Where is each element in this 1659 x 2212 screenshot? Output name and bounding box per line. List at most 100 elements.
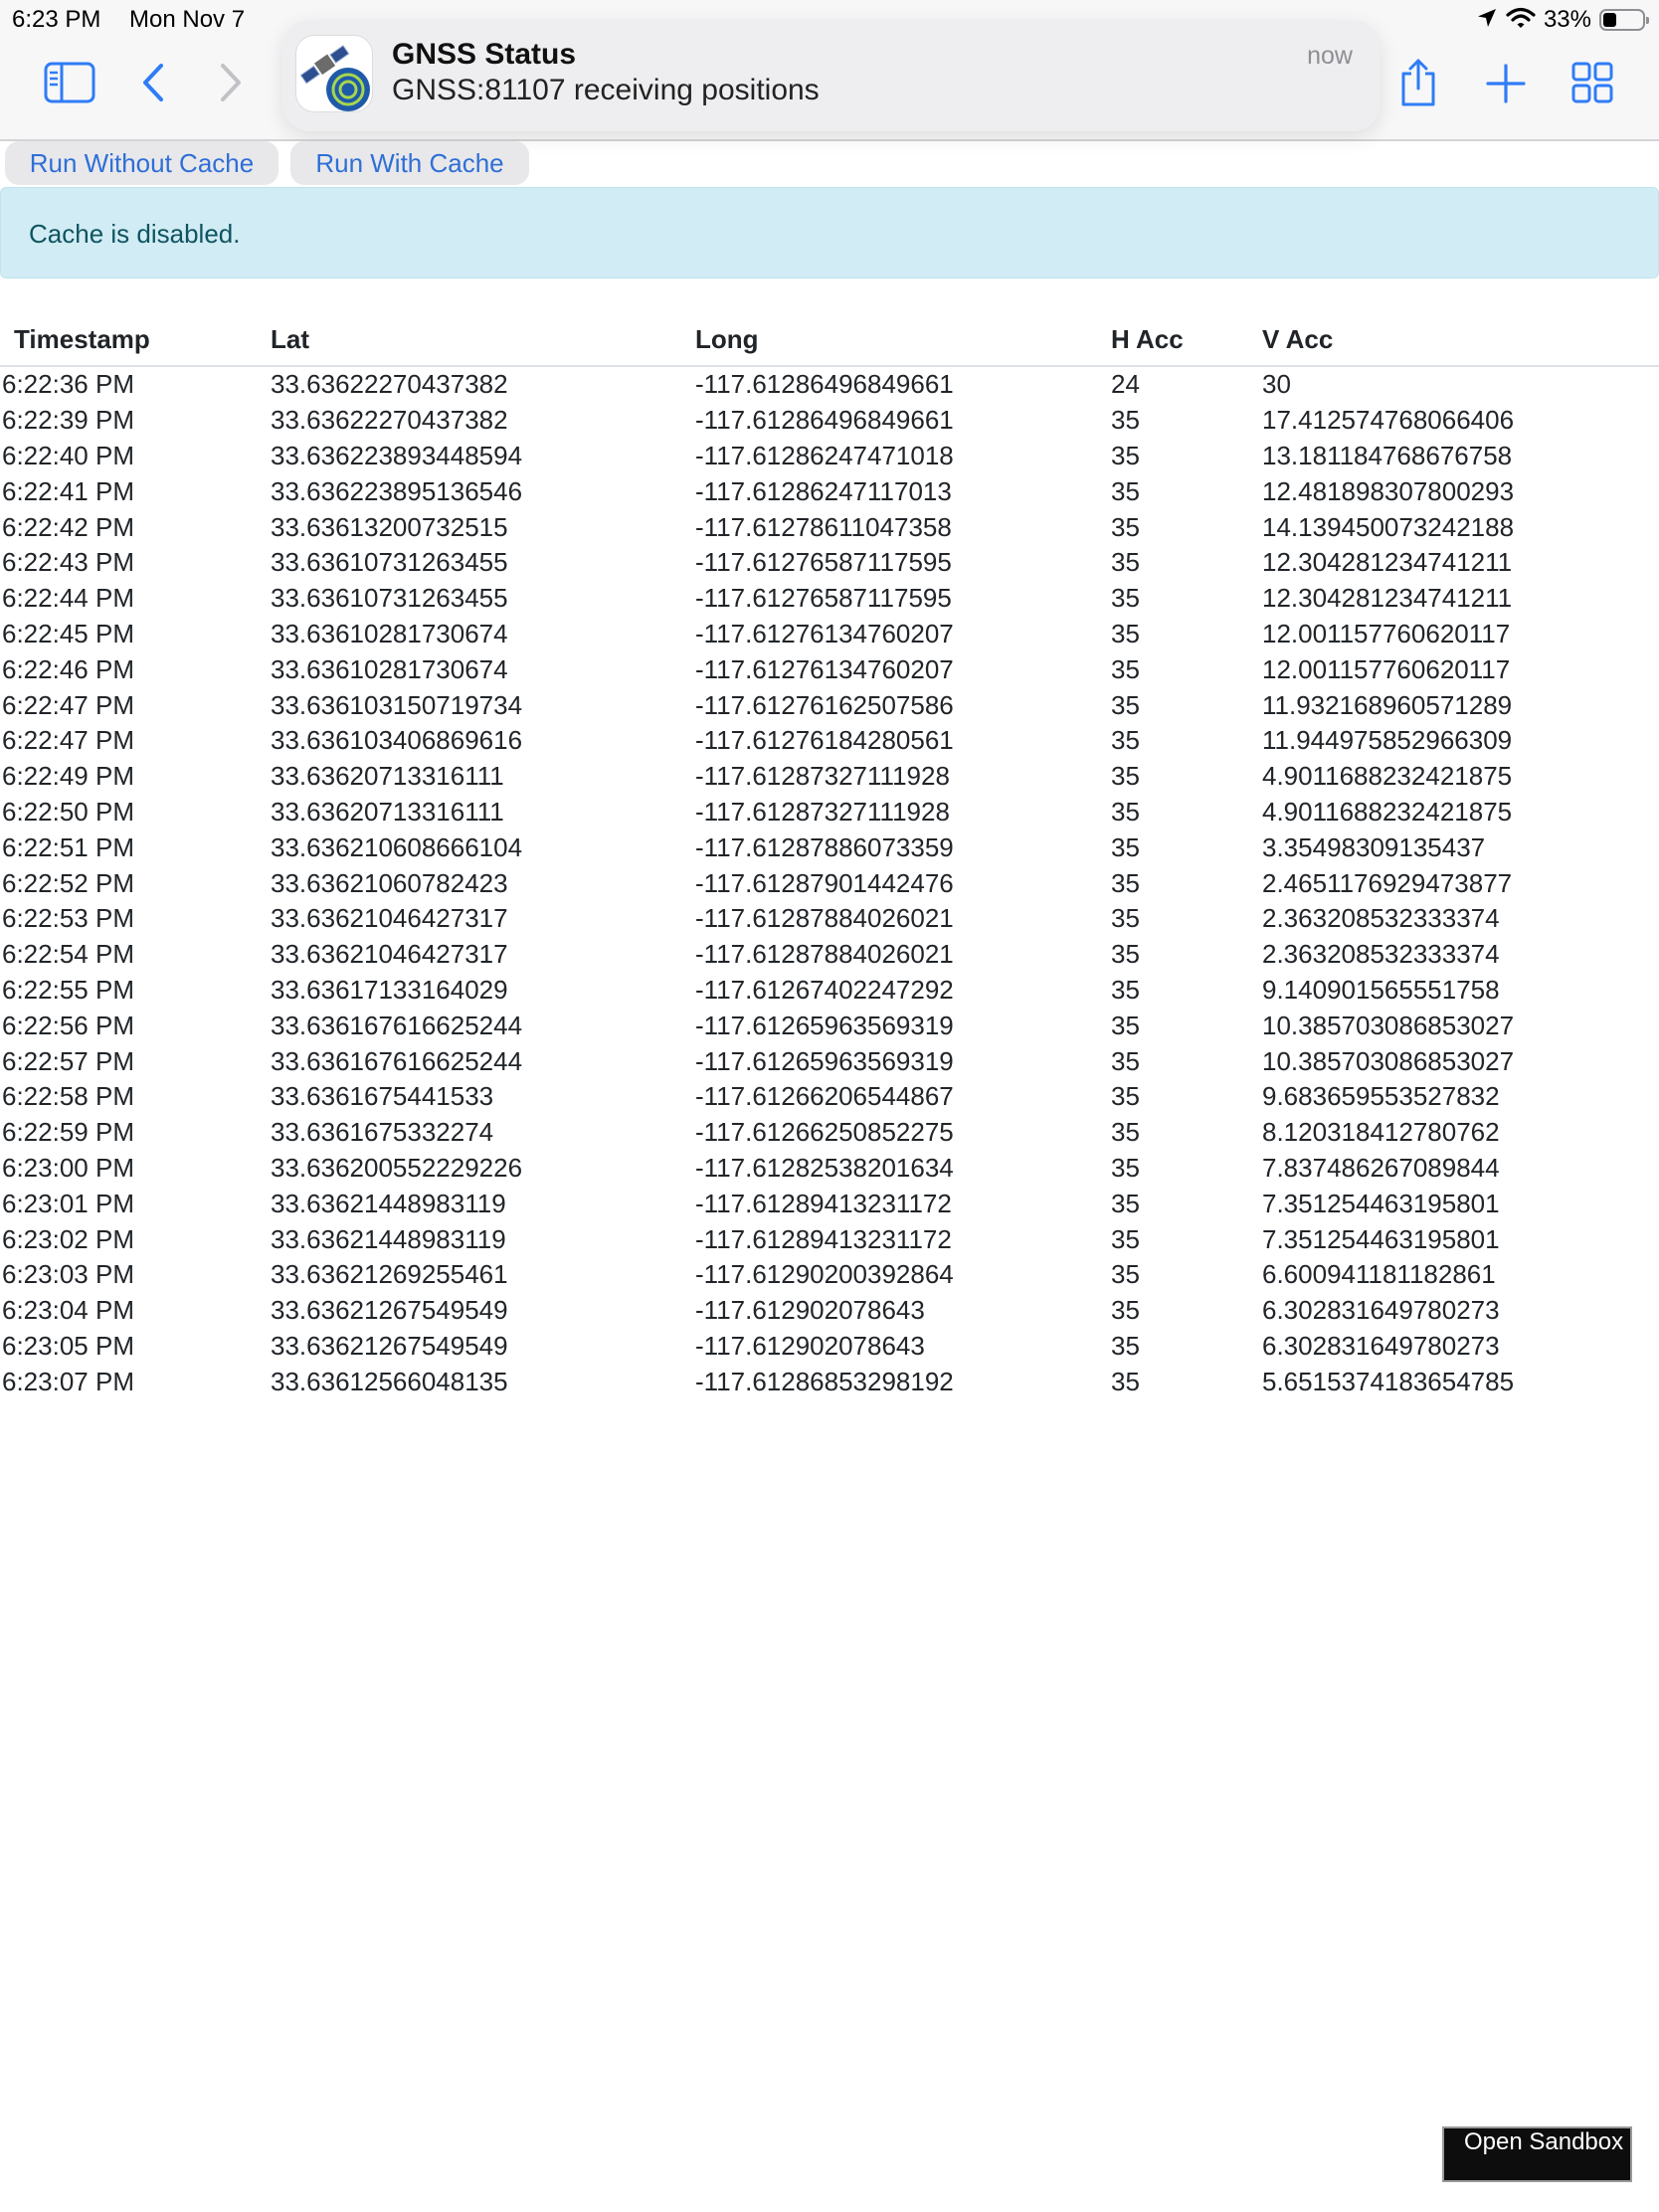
cell-long: -117.61278611047358	[695, 511, 952, 542]
cell-long: -117.61266250852275	[695, 1117, 954, 1148]
cell-h-acc: 35	[1111, 1045, 1140, 1076]
table-row: 6:23:01 PM 33.63621448983119 -117.61289413…	[0, 1186, 1659, 1221]
cell-h-acc: 35	[1111, 1295, 1140, 1326]
table-row: 6:22:47 PM 33.636103150719734 -117.6127616…	[0, 687, 1659, 723]
cell-timestamp: 6:22:44 PM	[2, 583, 134, 614]
cell-long: -117.61286247471018	[695, 440, 954, 470]
cell-h-acc: 35	[1111, 796, 1140, 827]
cell-lat: 33.636210608666104	[271, 831, 523, 862]
cell-long: -117.61286496849661	[695, 369, 954, 400]
cell-long: -117.61290200392864	[695, 1259, 954, 1290]
cell-long: -117.61276184280561	[695, 725, 954, 756]
header-timestamp: Timestamp	[0, 313, 271, 367]
cell-v-acc: 4.9011688232421875	[1262, 796, 1513, 827]
table-row: 6:22:53 PM 33.63621046427317 -117.61287884…	[0, 901, 1659, 937]
cell-lat: 33.63621448983119	[271, 1223, 506, 1254]
table-row: 6:22:54 PM 33.63621046427317 -117.61287884…	[0, 937, 1659, 973]
cell-h-acc: 35	[1111, 1010, 1140, 1040]
cell-v-acc: 5.6515374183654785	[1262, 1366, 1515, 1396]
cell-lat: 33.636223893448594	[271, 440, 523, 470]
cell-lat: 33.63610281730674	[271, 618, 508, 648]
notification-banner[interactable]: GNSS Status GNSS:81107 receiving positio…	[282, 20, 1381, 131]
cell-lat: 33.6361675332274	[271, 1117, 494, 1148]
wifi-icon	[1506, 7, 1536, 34]
open-sandbox-button[interactable]: Open Sandbox	[1442, 2126, 1632, 2182]
cell-lat: 33.63613200732515	[271, 511, 508, 542]
cell-v-acc: 8.120318412780762	[1262, 1117, 1500, 1148]
cell-h-acc: 35	[1111, 939, 1140, 970]
table-header: Timestamp Lat Long H Acc V Acc	[0, 313, 1659, 367]
plus-icon[interactable]	[1486, 64, 1526, 103]
table-row: 6:22:43 PM 33.63610731263455 -117.61276587…	[0, 545, 1659, 581]
table-row: 6:22:45 PM 33.63610281730674 -117.61276134…	[0, 617, 1659, 652]
table-row: 6:22:36 PM 33.63622270437382 -117.61286496…	[0, 366, 1659, 403]
cell-long: -117.61289413231172	[695, 1188, 952, 1218]
cell-long: -117.61287884026021	[695, 903, 954, 934]
cell-lat: 33.63621046427317	[271, 939, 508, 970]
cell-lat: 33.63621060782423	[271, 867, 508, 898]
battery-fill	[1603, 13, 1616, 27]
cache-status-alert: Cache is disabled.	[0, 187, 1659, 278]
cell-v-acc: 12.481898307800293	[1262, 475, 1515, 506]
cell-v-acc: 10.385703086853027	[1262, 1045, 1515, 1076]
cell-v-acc: 6.302831649780273	[1262, 1295, 1500, 1326]
cell-long: -117.61265963569319	[695, 1045, 954, 1076]
cell-long: -117.61276162507586	[695, 689, 954, 720]
cell-h-acc: 24	[1111, 369, 1140, 400]
table-row: 6:23:07 PM 33.63612566048135 -117.61286853…	[0, 1364, 1659, 1399]
share-icon[interactable]	[1398, 58, 1438, 107]
cell-lat: 33.63620713316111	[271, 796, 504, 827]
table-row: 6:22:40 PM 33.636223893448594 -117.6128624…	[0, 439, 1659, 474]
cell-lat: 33.636200552229226	[271, 1152, 523, 1183]
cell-long: -117.61286853298192	[695, 1366, 954, 1396]
status-date: Mon Nov 7	[129, 6, 246, 33]
cell-v-acc: 11.944975852966309	[1262, 725, 1513, 756]
forward-chevron-icon[interactable]	[215, 62, 245, 103]
table-row: 6:22:51 PM 33.636210608666104 -117.6128788…	[0, 830, 1659, 865]
header-v-acc: V Acc	[1262, 313, 1659, 367]
tabs-grid-icon[interactable]	[1571, 62, 1613, 103]
notification-time: now	[1307, 42, 1353, 70]
table-row: 6:22:52 PM 33.63621060782423 -117.61287901…	[0, 865, 1659, 901]
header-lat: Lat	[271, 313, 695, 367]
sidebar-icon[interactable]	[44, 62, 95, 103]
cell-timestamp: 6:23:01 PM	[2, 1188, 134, 1218]
browser-toolbar: 6:23 PM Mon Nov 7 33% GNSS Status GNSS:8…	[0, 0, 1659, 141]
cell-h-acc: 35	[1111, 867, 1140, 898]
cell-v-acc: 12.001157760620117	[1262, 653, 1511, 684]
table-row: 6:23:00 PM 33.636200552229226 -117.6128253…	[0, 1151, 1659, 1187]
cell-h-acc: 35	[1111, 618, 1140, 648]
cell-h-acc: 35	[1111, 1081, 1140, 1112]
cell-h-acc: 35	[1111, 1152, 1140, 1183]
cell-long: -117.612902078643	[695, 1330, 925, 1361]
cell-lat: 33.636167616625244	[271, 1045, 523, 1076]
cell-long: -117.61266206544867	[695, 1081, 954, 1112]
cell-timestamp: 6:22:39 PM	[2, 405, 134, 436]
cell-v-acc: 12.304281234741211	[1262, 547, 1513, 578]
cell-lat: 33.63612566048135	[271, 1366, 508, 1396]
cell-v-acc: 30	[1262, 369, 1291, 400]
cell-lat: 33.63621448983119	[271, 1188, 506, 1218]
cell-timestamp: 6:23:05 PM	[2, 1330, 134, 1361]
cell-long: -117.61276587117595	[695, 547, 952, 578]
cell-v-acc: 17.412574768066406	[1262, 405, 1515, 436]
cell-h-acc: 35	[1111, 1223, 1140, 1254]
cell-h-acc: 35	[1111, 974, 1140, 1005]
cell-v-acc: 12.304281234741211	[1262, 583, 1513, 614]
back-chevron-icon[interactable]	[139, 62, 169, 103]
cell-long: -117.61267402247292	[695, 974, 954, 1005]
run-with-cache-button[interactable]: Run With Cache	[290, 141, 529, 185]
run-without-cache-button[interactable]: Run Without Cache	[5, 141, 278, 185]
status-time: 6:23 PM	[12, 6, 101, 33]
header-long: Long	[695, 313, 1111, 367]
cell-lat: 33.6361675441533	[271, 1081, 494, 1112]
cell-timestamp: 6:22:40 PM	[2, 440, 134, 470]
table-row: 6:23:03 PM 33.63621269255461 -117.61290200…	[0, 1257, 1659, 1293]
cell-timestamp: 6:22:47 PM	[2, 689, 134, 720]
cell-lat: 33.63621269255461	[271, 1259, 508, 1290]
table-body: 6:22:36 PM 33.63622270437382 -117.61286496…	[0, 366, 1659, 1399]
cell-timestamp: 6:22:56 PM	[2, 1010, 134, 1040]
cell-h-acc: 35	[1111, 440, 1140, 470]
cell-long: -117.61286247117013	[695, 475, 952, 506]
cell-v-acc: 9.683659553527832	[1262, 1081, 1500, 1112]
